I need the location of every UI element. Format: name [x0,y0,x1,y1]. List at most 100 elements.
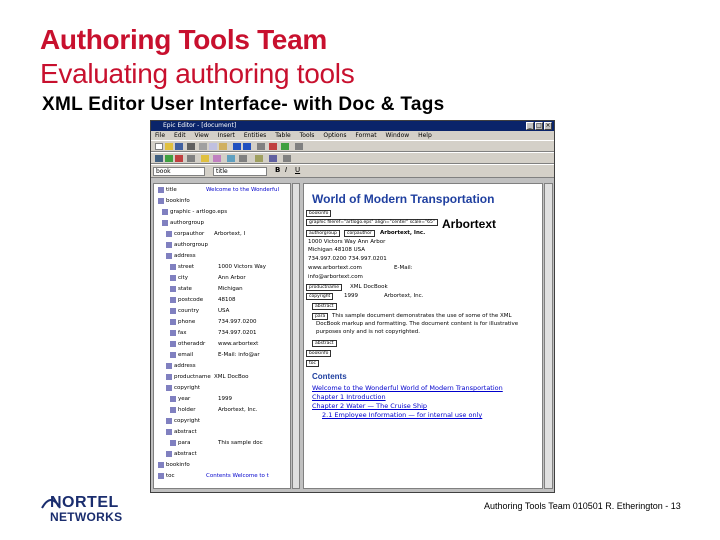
element-node-icon [170,296,176,303]
tag-productname: productname [306,284,343,291]
find-icon[interactable] [257,143,265,150]
print-icon[interactable] [187,143,195,150]
tree-row[interactable]: country USA [170,307,229,316]
italic-icon[interactable]: I [285,167,293,174]
tree-element-name: graphic - artlogo.eps [170,209,228,215]
tree-row[interactable]: address [166,362,214,371]
menu-entities[interactable]: Entities [244,132,266,139]
tree-element-value: Arbortext, I [214,231,246,237]
document-scrollbar[interactable] [544,183,553,489]
attributes-icon[interactable] [283,155,291,162]
tag-copyright: copyright [306,293,334,300]
element-node-icon [166,362,172,369]
redo-icon[interactable] [243,143,251,150]
email-label: E-Mail: [394,265,413,271]
element-node-icon [166,241,172,248]
title-select[interactable]: title [213,167,267,176]
open-icon[interactable] [165,143,173,150]
list-icon[interactable] [239,155,247,162]
tree-scrollbar[interactable] [292,183,300,489]
menu-file[interactable]: File [155,132,165,139]
element-select[interactable]: book [153,167,205,176]
tree-element-name: productname [174,374,211,380]
paste-icon[interactable] [219,143,227,150]
tree-row[interactable]: title Welcome to the Wonderful [158,186,279,195]
tree-row[interactable]: authorgroup [162,219,210,228]
tree-row[interactable]: fax 734.997.0201 [170,329,257,338]
zoom-icon[interactable] [295,143,303,150]
underline-icon[interactable]: U [295,167,303,174]
close-icon[interactable]: × [544,122,552,130]
toc-link-chapter2[interactable]: Chapter 2 Water — The Cruise Ship [312,402,427,410]
tree-row[interactable]: city Ann Arbor [170,274,246,283]
tag-authorgroup: authorgroup [306,230,340,237]
tag-toc: toc [306,360,319,367]
undo-icon[interactable] [233,143,241,150]
menu-help[interactable]: Help [418,132,432,139]
tree-row[interactable]: graphic - artlogo.eps [162,208,228,217]
validate-icon[interactable] [281,143,289,150]
tree-row[interactable]: email E-Mail: info@ar [170,351,260,360]
toc-link-section21[interactable]: 2.1 Employee Information — for internal … [322,411,482,419]
element-node-icon [166,230,172,237]
tree-row[interactable]: copyright [166,417,214,426]
cut-icon[interactable] [199,143,207,150]
nortel-logo: NORTEL NETWORKS [40,494,140,524]
menu-window[interactable]: Window [386,132,410,139]
outline-icon[interactable] [255,155,263,162]
tree-element-value: USA [218,308,230,314]
tree-row[interactable]: bookinfo [158,461,206,470]
toc-link-chapter1[interactable]: Chapter 1 Introduction [312,393,386,401]
tree-row[interactable]: holder Arbortext, Inc. [170,406,257,415]
tree-row[interactable]: year 1999 [170,395,232,404]
save-icon[interactable] [175,143,183,150]
check-icon[interactable] [165,155,173,162]
menu-insert[interactable]: Insert [218,132,235,139]
menu-options[interactable]: Options [323,132,346,139]
reject-icon[interactable] [175,155,183,162]
insert-markup-icon[interactable] [155,155,163,162]
maximize-icon[interactable]: □ [535,122,543,130]
tree-row[interactable]: productname XML DocBoo [166,373,248,382]
tree-row[interactable]: phone 734.997.0200 [170,318,257,327]
document-pane[interactable]: World of Modern Transportation bookinfo … [303,183,543,489]
tree-row[interactable]: abstract [166,450,214,459]
tree-row[interactable]: otheraddr www.arbortext [170,340,258,349]
menu-table[interactable]: Table [275,132,291,139]
table-icon[interactable] [213,155,221,162]
menu-tools[interactable]: Tools [300,132,315,139]
tree-row[interactable]: abstract [166,428,214,437]
toc-link-welcome[interactable]: Welcome to the Wonderful World of Modern… [312,384,503,392]
tree-element-value: Arbortext, Inc. [218,407,258,413]
tree-row[interactable]: toc Contents Welcome to t [158,472,269,481]
tree-element-name: holder [178,407,196,413]
menu-edit[interactable]: Edit [174,132,186,139]
spell-icon[interactable] [269,143,277,150]
tree-row[interactable]: state Michigan [170,285,243,294]
menu-format[interactable]: Format [355,132,376,139]
company-logo-text: Arbortext [442,217,497,231]
tree-row[interactable]: street 1000 Victors Way [170,263,266,272]
tree-row[interactable]: copyright [166,384,214,393]
view-icon[interactable] [269,155,277,162]
bold-icon[interactable]: B [275,167,283,174]
tree-element-name: copyright [174,385,201,391]
copy-icon[interactable] [209,143,217,150]
tag-icon[interactable] [187,155,195,162]
tree-row[interactable]: address [166,252,214,261]
entity-icon[interactable] [201,155,209,162]
tree-row[interactable]: authorgroup [166,241,214,250]
tag-abstract: abstract [312,303,337,310]
tree-row[interactable]: postcode 48108 [170,296,236,305]
slide-title-line2: Evaluating authoring tools [40,58,355,89]
menu-view[interactable]: View [195,132,209,139]
minimize-icon[interactable]: _ [526,122,534,130]
tree-row[interactable]: para This sample doc [170,439,263,448]
element-tree-pane[interactable]: title Welcome to the Wonderful bookinfo gra… [153,183,291,489]
image-icon[interactable] [227,155,235,162]
editor-titlebar: Epic Editor - [document] _ □ × [151,121,554,131]
tree-element-name: abstract [174,429,197,435]
new-icon[interactable] [155,143,163,150]
tree-row[interactable]: corpauthor Arbortext, I [166,230,245,239]
tree-row[interactable]: bookinfo [158,197,206,206]
